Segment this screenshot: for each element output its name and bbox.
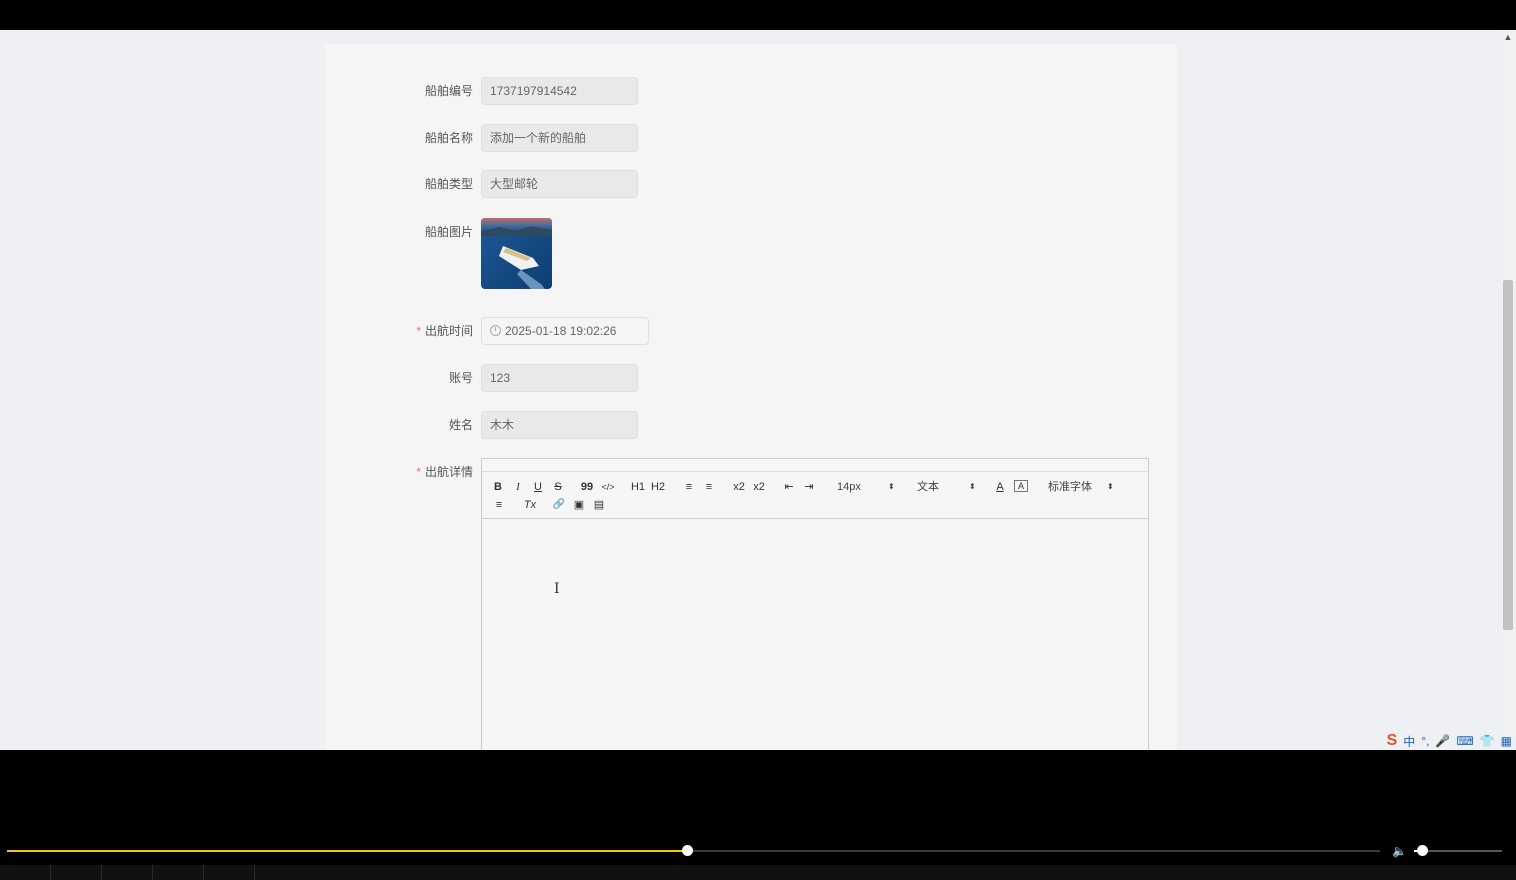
ime-skin-icon[interactable]: 👕 <box>1480 734 1495 748</box>
required-mark: * <box>416 324 421 338</box>
sogou-logo-icon[interactable]: S <box>1387 732 1398 750</box>
strike-button[interactable]: S <box>552 480 564 494</box>
bold-button[interactable]: B <box>492 480 504 494</box>
link-button[interactable]: 🔗 <box>552 498 566 512</box>
ime-keyboard-icon[interactable]: ⌨ <box>1456 734 1473 748</box>
ime-toolbar: S 中 °, 🎤 ⌨ 👕 ▦ <box>1387 732 1512 750</box>
rich-text-editor: B I U S 99 </> H1 H2 ≡ ≡ x2 x2 ⇤ ⇥ 14px … <box>481 458 1149 750</box>
field-row-ship-name: 船舶名称 添加一个新的船舶 <box>325 124 1177 152</box>
field-row-ship-no: 船舶编号 1737197914542 <box>325 77 1177 105</box>
indent-more-button[interactable]: ⇥ <box>802 480 816 494</box>
h2-button[interactable]: H2 <box>650 480 666 494</box>
background-color-button[interactable]: A <box>1014 480 1028 492</box>
ship-image-thumbnail[interactable] <box>481 218 552 289</box>
subscript-button[interactable]: x2 <box>732 480 746 494</box>
vertical-scrollbar[interactable]: ▲ <box>1500 30 1516 750</box>
cruise-ship-picture <box>481 218 552 289</box>
font-size-select[interactable]: 14px <box>837 480 861 494</box>
bottom-cell <box>153 865 204 880</box>
required-mark: * <box>416 465 421 479</box>
italic-button[interactable]: I <box>512 480 524 494</box>
name-input[interactable]: 木木 <box>481 411 638 439</box>
depart-time-value: 2025-01-18 19:02:26 <box>505 324 617 338</box>
depart-time-label-text: 出航时间 <box>424 324 473 338</box>
form-card: 船舶编号 1737197914542 船舶名称 添加一个新的船舶 船舶类型 大型… <box>325 44 1177 750</box>
clean-format-button[interactable]: Tx <box>522 498 538 512</box>
bottom-cell <box>204 865 255 880</box>
editor-toolbar: B I U S 99 </> H1 H2 ≡ ≡ x2 x2 ⇤ ⇥ 14px … <box>482 472 1148 519</box>
progress-knob[interactable] <box>681 845 693 856</box>
editor-content-area[interactable]: I <box>482 519 1148 750</box>
ship-type-input[interactable]: 大型邮轮 <box>481 170 638 198</box>
field-row-ship-type: 船舶类型 大型邮轮 <box>325 170 1177 198</box>
font-size-arrow-icon: ⬍ <box>888 482 895 491</box>
browser-viewport: 船舶编号 1737197914542 船舶名称 添加一个新的船舶 船舶类型 大型… <box>0 30 1516 750</box>
volume-icon[interactable]: 🔈 <box>1392 844 1407 858</box>
ship-image-label: 船舶图片 <box>424 225 473 239</box>
editor-top-strip <box>482 459 1148 472</box>
field-row-depart-time: * 出航时间 2025-01-18 19:02:26 <box>325 317 1177 345</box>
ship-name-label: 船舶名称 <box>424 131 473 145</box>
account-label: 账号 <box>448 371 473 385</box>
ship-no-label: 船舶编号 <box>424 84 473 98</box>
underline-button[interactable]: U <box>532 480 544 494</box>
bottom-cell <box>51 865 102 880</box>
clock-icon <box>490 325 501 336</box>
image-button[interactable]: ▣ <box>572 498 586 512</box>
code-button[interactable]: </> <box>600 480 616 494</box>
font-family-arrow-icon: ⬍ <box>1107 482 1114 491</box>
ime-mic-icon[interactable]: 🎤 <box>1435 734 1450 748</box>
bullet-list-button[interactable]: ≡ <box>702 480 716 494</box>
ship-type-label: 船舶类型 <box>424 177 473 191</box>
bottom-strip <box>0 865 1516 880</box>
progress-fill <box>7 850 687 852</box>
ordered-list-button[interactable]: ≡ <box>682 480 696 494</box>
depart-time-label: * 出航时间 <box>323 317 473 345</box>
volume-slider[interactable] <box>1414 845 1502 856</box>
scroll-thumb[interactable] <box>1503 280 1513 630</box>
account-input[interactable]: 123 <box>481 364 638 392</box>
depart-time-picker[interactable]: 2025-01-18 19:02:26 <box>481 317 649 345</box>
field-row-name: 姓名 木木 <box>325 411 1177 439</box>
h1-button[interactable]: H1 <box>630 480 646 494</box>
ime-grid-icon[interactable]: ▦ <box>1501 734 1512 748</box>
align-button[interactable]: ≡ <box>492 498 506 512</box>
indent-less-button[interactable]: ⇤ <box>782 480 796 494</box>
bottom-cell <box>0 865 51 880</box>
field-row-ship-image: 船舶图片 <box>325 218 1177 246</box>
text-color-button[interactable]: A <box>994 480 1006 494</box>
header-select[interactable]: 文本 <box>917 480 939 494</box>
details-label: * 出航详情 <box>323 458 473 486</box>
font-family-select[interactable]: 标准字体 <box>1048 480 1092 494</box>
ime-mode-toggle[interactable]: 中 <box>1403 733 1415 750</box>
video-button[interactable]: ▤ <box>592 498 606 512</box>
blockquote-button[interactable]: 99 <box>580 480 594 494</box>
ship-name-input[interactable]: 添加一个新的船舶 <box>481 124 638 152</box>
text-cursor-icon: I <box>554 581 560 597</box>
header-arrow-icon: ⬍ <box>969 482 976 491</box>
video-player-controls: 🔈 <box>0 750 1516 880</box>
ime-punctuation-toggle[interactable]: °, <box>1421 734 1429 748</box>
scroll-up-arrow-icon[interactable]: ▲ <box>1503 32 1513 42</box>
top-black-bar <box>0 0 1516 30</box>
details-label-text: 出航详情 <box>424 465 473 479</box>
playback-progress-bar[interactable] <box>7 845 1380 856</box>
name-label: 姓名 <box>448 418 473 432</box>
field-row-account: 账号 123 <box>325 364 1177 392</box>
volume-knob[interactable] <box>1416 845 1428 856</box>
superscript-button[interactable]: x2 <box>752 480 766 494</box>
ship-no-input[interactable]: 1737197914542 <box>481 77 638 105</box>
bottom-cell <box>102 865 153 880</box>
